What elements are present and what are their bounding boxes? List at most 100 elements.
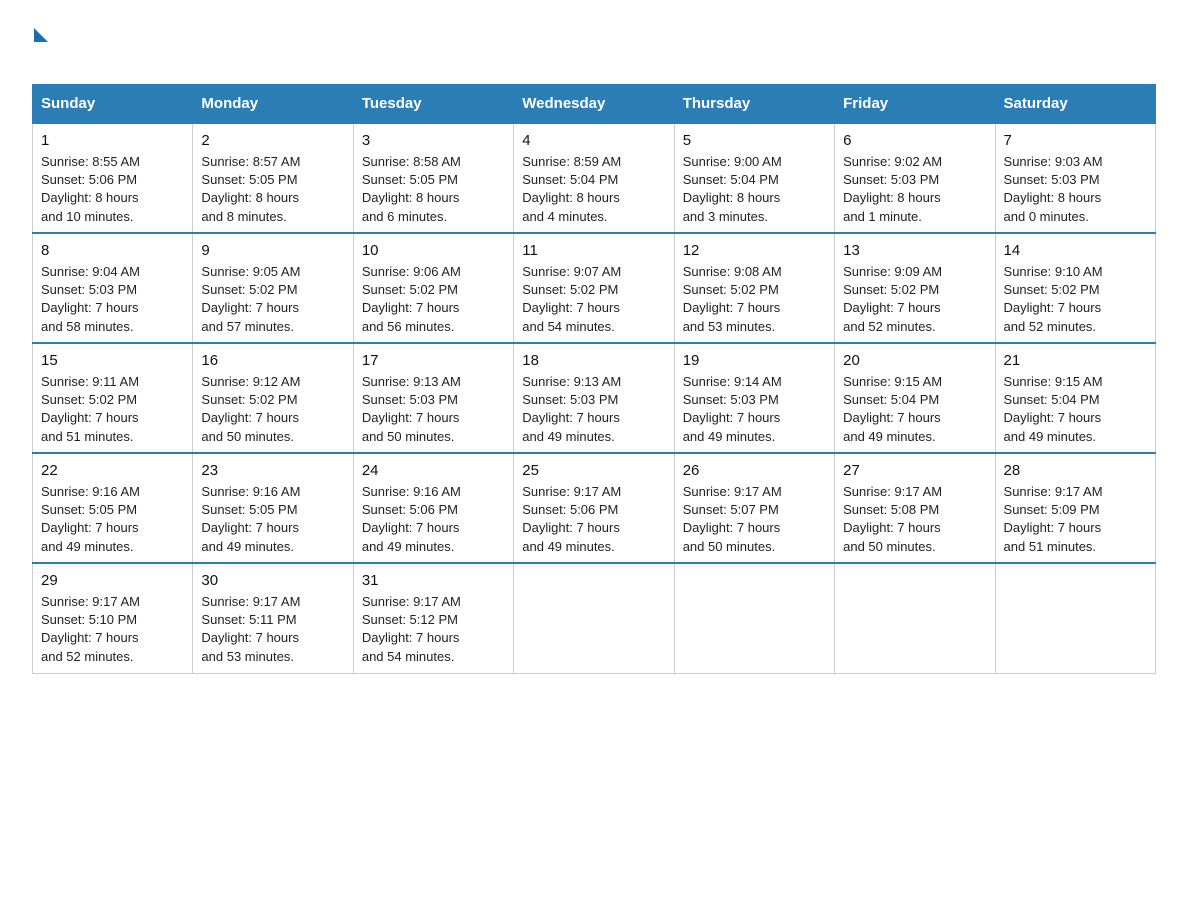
day-info: Sunrise: 8:59 AMSunset: 5:04 PMDaylight:… bbox=[522, 153, 665, 226]
logo-spacer bbox=[32, 36, 203, 68]
calendar-cell: 26 Sunrise: 9:17 AMSunset: 5:07 PMDaylig… bbox=[674, 453, 834, 563]
day-info: Sunrise: 9:06 AMSunset: 5:02 PMDaylight:… bbox=[362, 263, 505, 336]
day-number: 12 bbox=[683, 240, 826, 261]
calendar-cell: 16 Sunrise: 9:12 AMSunset: 5:02 PMDaylig… bbox=[193, 343, 353, 453]
day-info: Sunrise: 9:02 AMSunset: 5:03 PMDaylight:… bbox=[843, 153, 986, 226]
calendar-week-row: 8 Sunrise: 9:04 AMSunset: 5:03 PMDayligh… bbox=[33, 233, 1156, 343]
day-info: Sunrise: 9:17 AMSunset: 5:06 PMDaylight:… bbox=[522, 483, 665, 556]
day-number: 1 bbox=[41, 130, 184, 151]
day-info: Sunrise: 8:58 AMSunset: 5:05 PMDaylight:… bbox=[362, 153, 505, 226]
day-number: 27 bbox=[843, 460, 986, 481]
day-info: Sunrise: 9:08 AMSunset: 5:02 PMDaylight:… bbox=[683, 263, 826, 336]
day-number: 18 bbox=[522, 350, 665, 371]
calendar-header: SundayMondayTuesdayWednesdayThursdayFrid… bbox=[33, 85, 1156, 124]
day-number: 10 bbox=[362, 240, 505, 261]
calendar-cell: 30 Sunrise: 9:17 AMSunset: 5:11 PMDaylig… bbox=[193, 563, 353, 673]
calendar-cell: 8 Sunrise: 9:04 AMSunset: 5:03 PMDayligh… bbox=[33, 233, 193, 343]
calendar-cell bbox=[514, 563, 674, 673]
calendar-cell: 29 Sunrise: 9:17 AMSunset: 5:10 PMDaylig… bbox=[33, 563, 193, 673]
day-number: 15 bbox=[41, 350, 184, 371]
day-number: 6 bbox=[843, 130, 986, 151]
day-info: Sunrise: 8:55 AMSunset: 5:06 PMDaylight:… bbox=[41, 153, 184, 226]
day-number: 8 bbox=[41, 240, 184, 261]
calendar-cell: 17 Sunrise: 9:13 AMSunset: 5:03 PMDaylig… bbox=[353, 343, 513, 453]
calendar-cell: 9 Sunrise: 9:05 AMSunset: 5:02 PMDayligh… bbox=[193, 233, 353, 343]
day-number: 26 bbox=[683, 460, 826, 481]
day-info: Sunrise: 9:13 AMSunset: 5:03 PMDaylight:… bbox=[522, 373, 665, 446]
day-number: 13 bbox=[843, 240, 986, 261]
day-info: Sunrise: 9:00 AMSunset: 5:04 PMDaylight:… bbox=[683, 153, 826, 226]
calendar-cell: 10 Sunrise: 9:06 AMSunset: 5:02 PMDaylig… bbox=[353, 233, 513, 343]
day-number: 4 bbox=[522, 130, 665, 151]
calendar-week-row: 1 Sunrise: 8:55 AMSunset: 5:06 PMDayligh… bbox=[33, 123, 1156, 233]
day-info: Sunrise: 9:05 AMSunset: 5:02 PMDaylight:… bbox=[201, 263, 344, 336]
day-info: Sunrise: 9:11 AMSunset: 5:02 PMDaylight:… bbox=[41, 373, 184, 446]
day-number: 24 bbox=[362, 460, 505, 481]
day-info: Sunrise: 9:16 AMSunset: 5:05 PMDaylight:… bbox=[201, 483, 344, 556]
day-number: 17 bbox=[362, 350, 505, 371]
calendar-cell: 27 Sunrise: 9:17 AMSunset: 5:08 PMDaylig… bbox=[835, 453, 995, 563]
day-info: Sunrise: 8:57 AMSunset: 5:05 PMDaylight:… bbox=[201, 153, 344, 226]
calendar-cell: 28 Sunrise: 9:17 AMSunset: 5:09 PMDaylig… bbox=[995, 453, 1155, 563]
day-number: 23 bbox=[201, 460, 344, 481]
calendar-table: SundayMondayTuesdayWednesdayThursdayFrid… bbox=[32, 84, 1156, 674]
day-info: Sunrise: 9:17 AMSunset: 5:09 PMDaylight:… bbox=[1004, 483, 1147, 556]
calendar-cell bbox=[835, 563, 995, 673]
header-day-sunday: Sunday bbox=[33, 85, 193, 124]
calendar-cell: 31 Sunrise: 9:17 AMSunset: 5:12 PMDaylig… bbox=[353, 563, 513, 673]
calendar-cell: 4 Sunrise: 8:59 AMSunset: 5:04 PMDayligh… bbox=[514, 123, 674, 233]
header-day-wednesday: Wednesday bbox=[514, 85, 674, 124]
calendar-cell: 11 Sunrise: 9:07 AMSunset: 5:02 PMDaylig… bbox=[514, 233, 674, 343]
calendar-cell: 5 Sunrise: 9:00 AMSunset: 5:04 PMDayligh… bbox=[674, 123, 834, 233]
day-number: 20 bbox=[843, 350, 986, 371]
page-header bbox=[32, 24, 1156, 68]
header-day-thursday: Thursday bbox=[674, 85, 834, 124]
day-info: Sunrise: 9:17 AMSunset: 5:07 PMDaylight:… bbox=[683, 483, 826, 556]
day-number: 9 bbox=[201, 240, 344, 261]
day-info: Sunrise: 9:17 AMSunset: 5:12 PMDaylight:… bbox=[362, 593, 505, 666]
calendar-cell: 24 Sunrise: 9:16 AMSunset: 5:06 PMDaylig… bbox=[353, 453, 513, 563]
calendar-cell: 21 Sunrise: 9:15 AMSunset: 5:04 PMDaylig… bbox=[995, 343, 1155, 453]
header-day-friday: Friday bbox=[835, 85, 995, 124]
calendar-cell: 14 Sunrise: 9:10 AMSunset: 5:02 PMDaylig… bbox=[995, 233, 1155, 343]
calendar-cell: 15 Sunrise: 9:11 AMSunset: 5:02 PMDaylig… bbox=[33, 343, 193, 453]
day-number: 16 bbox=[201, 350, 344, 371]
day-number: 25 bbox=[522, 460, 665, 481]
calendar-week-row: 29 Sunrise: 9:17 AMSunset: 5:10 PMDaylig… bbox=[33, 563, 1156, 673]
day-info: Sunrise: 9:16 AMSunset: 5:05 PMDaylight:… bbox=[41, 483, 184, 556]
calendar-cell: 20 Sunrise: 9:15 AMSunset: 5:04 PMDaylig… bbox=[835, 343, 995, 453]
calendar-cell: 3 Sunrise: 8:58 AMSunset: 5:05 PMDayligh… bbox=[353, 123, 513, 233]
calendar-week-row: 15 Sunrise: 9:11 AMSunset: 5:02 PMDaylig… bbox=[33, 343, 1156, 453]
day-info: Sunrise: 9:03 AMSunset: 5:03 PMDaylight:… bbox=[1004, 153, 1147, 226]
day-info: Sunrise: 9:16 AMSunset: 5:06 PMDaylight:… bbox=[362, 483, 505, 556]
logo bbox=[32, 24, 205, 68]
day-number: 3 bbox=[362, 130, 505, 151]
day-info: Sunrise: 9:15 AMSunset: 5:04 PMDaylight:… bbox=[843, 373, 986, 446]
calendar-cell bbox=[674, 563, 834, 673]
calendar-cell: 7 Sunrise: 9:03 AMSunset: 5:03 PMDayligh… bbox=[995, 123, 1155, 233]
day-number: 14 bbox=[1004, 240, 1147, 261]
day-info: Sunrise: 9:07 AMSunset: 5:02 PMDaylight:… bbox=[522, 263, 665, 336]
header-day-monday: Monday bbox=[193, 85, 353, 124]
day-info: Sunrise: 9:17 AMSunset: 5:08 PMDaylight:… bbox=[843, 483, 986, 556]
day-info: Sunrise: 9:12 AMSunset: 5:02 PMDaylight:… bbox=[201, 373, 344, 446]
day-number: 22 bbox=[41, 460, 184, 481]
day-number: 5 bbox=[683, 130, 826, 151]
calendar-cell bbox=[995, 563, 1155, 673]
day-info: Sunrise: 9:13 AMSunset: 5:03 PMDaylight:… bbox=[362, 373, 505, 446]
calendar-cell: 2 Sunrise: 8:57 AMSunset: 5:05 PMDayligh… bbox=[193, 123, 353, 233]
day-number: 11 bbox=[522, 240, 665, 261]
day-number: 21 bbox=[1004, 350, 1147, 371]
calendar-cell: 19 Sunrise: 9:14 AMSunset: 5:03 PMDaylig… bbox=[674, 343, 834, 453]
calendar-header-row: SundayMondayTuesdayWednesdayThursdayFrid… bbox=[33, 85, 1156, 124]
calendar-cell: 22 Sunrise: 9:16 AMSunset: 5:05 PMDaylig… bbox=[33, 453, 193, 563]
calendar-cell: 18 Sunrise: 9:13 AMSunset: 5:03 PMDaylig… bbox=[514, 343, 674, 453]
calendar-cell: 1 Sunrise: 8:55 AMSunset: 5:06 PMDayligh… bbox=[33, 123, 193, 233]
calendar-week-row: 22 Sunrise: 9:16 AMSunset: 5:05 PMDaylig… bbox=[33, 453, 1156, 563]
calendar-cell: 12 Sunrise: 9:08 AMSunset: 5:02 PMDaylig… bbox=[674, 233, 834, 343]
day-number: 28 bbox=[1004, 460, 1147, 481]
calendar-cell: 23 Sunrise: 9:16 AMSunset: 5:05 PMDaylig… bbox=[193, 453, 353, 563]
day-info: Sunrise: 9:15 AMSunset: 5:04 PMDaylight:… bbox=[1004, 373, 1147, 446]
day-info: Sunrise: 9:04 AMSunset: 5:03 PMDaylight:… bbox=[41, 263, 184, 336]
day-info: Sunrise: 9:17 AMSunset: 5:10 PMDaylight:… bbox=[41, 593, 184, 666]
